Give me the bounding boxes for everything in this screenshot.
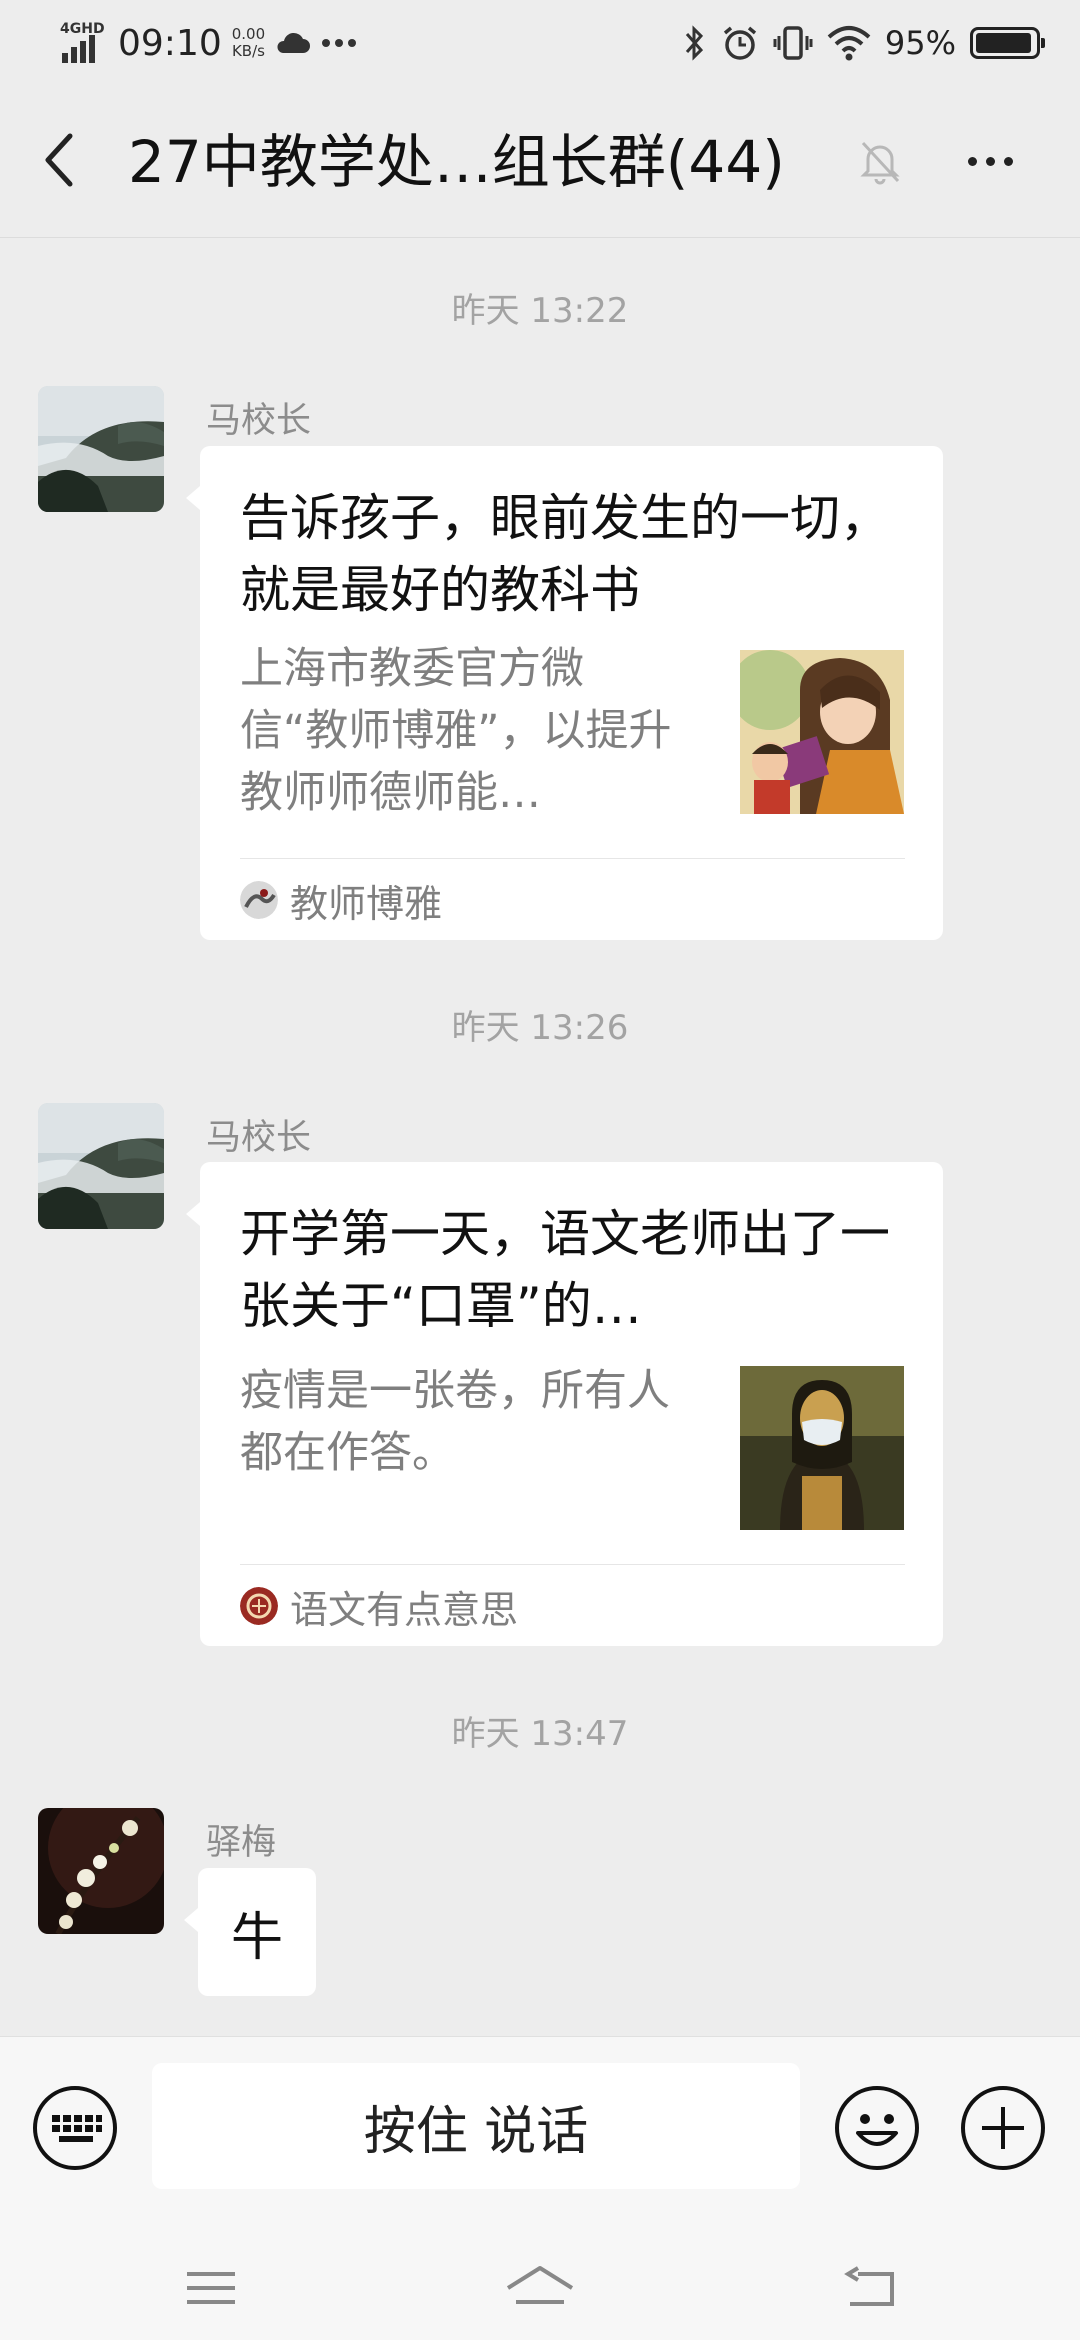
status-right: 95% [683, 18, 1045, 68]
plus-icon [961, 2086, 1045, 2170]
chat-title[interactable]: 27中教学处…组长群(44) [128, 126, 785, 198]
speed-unit: KB/s [231, 42, 265, 60]
nav-home-button[interactable] [500, 2256, 580, 2320]
alarm-icon [723, 26, 756, 60]
link-card[interactable]: 告诉孩子，眼前发生的一切，就是最好的教科书 上海市教委官方微信“教师博雅”，以提… [186, 446, 943, 940]
source-logo-icon [240, 881, 278, 919]
card-divider [240, 858, 905, 859]
card-description: 上海市教委官方微信“教师博雅”，以提升教师师德师能… [240, 644, 672, 818]
home-icon [506, 2266, 574, 2304]
mute-indicator [850, 126, 910, 196]
card-title: 开学第一天，语文老师出了一张关于“口罩”的… [240, 1205, 890, 1335]
keyboard-icon [33, 2086, 117, 2170]
link-card[interactable]: 开学第一天，语文老师出了一张关于“口罩”的… 疫情是一张卷，所有人都在作答。 语… [186, 1162, 943, 1646]
status-bar: 4GHD 09:10 0.00 KB/s 95% [0, 0, 1080, 80]
nav-back-button[interactable] [830, 2256, 910, 2320]
emoji-button[interactable] [834, 2085, 920, 2171]
hold-to-talk-button[interactable]: 按住 说话 [152, 2063, 800, 2189]
source-logo-icon [240, 1587, 278, 1625]
back-button[interactable] [30, 120, 90, 200]
card-thumbnail [740, 650, 904, 814]
status-time: 09:10 [118, 22, 222, 64]
battery-icon [970, 27, 1045, 59]
sender-name: 马校长 [206, 1118, 312, 1158]
mute-bell-icon [860, 141, 900, 185]
speed-value: 0.00 [231, 25, 266, 43]
card-source: 语文有点意思 [240, 1576, 518, 1636]
card-divider [240, 1564, 905, 1565]
message-timestamp: 昨天 13:22 [451, 291, 629, 331]
message-timestamp: 昨天 13:47 [451, 1714, 629, 1754]
bluetooth-icon [685, 25, 703, 61]
more-icon [967, 156, 977, 166]
card-thumbnail [740, 1366, 904, 1530]
emoji-icon [835, 2086, 919, 2170]
text-message-bubble[interactable]: 牛 [184, 1868, 316, 1996]
signal-icon: 4GHD [58, 21, 108, 65]
message-timestamp: 昨天 13:26 [451, 1008, 629, 1048]
more-notifications-icon [322, 39, 357, 47]
avatar[interactable] [38, 386, 164, 512]
keyboard-toggle-button[interactable] [32, 2085, 118, 2171]
more-functions-button[interactable] [960, 2085, 1046, 2171]
back-arrow-icon [45, 133, 73, 187]
avatar[interactable] [38, 1103, 164, 1229]
network-speed: 0.00 KB/s [232, 26, 265, 60]
cloud-icon [277, 32, 311, 53]
chat-header: 27中教学处…组长群(44) [0, 80, 1080, 238]
more-button[interactable] [950, 126, 1030, 196]
nav-menu-button[interactable] [171, 2256, 251, 2320]
card-source-name: 语文有点意思 [290, 1587, 519, 1632]
system-nav-bar [0, 2236, 1080, 2340]
avatar[interactable] [38, 1808, 164, 1934]
sender-name: 驿梅 [206, 1823, 277, 1863]
wifi-icon [827, 26, 871, 61]
sender-name: 马校长 [206, 401, 312, 441]
status-left: 4GHD 09:10 0.00 KB/s [58, 18, 357, 68]
back-nav-icon [844, 2266, 894, 2306]
input-bar: 按住 说话 [0, 2036, 1080, 2236]
card-description: 疫情是一张卷，所有人都在作答。 [240, 1366, 670, 1478]
card-title: 告诉孩子，眼前发生的一切，就是最好的教科书 [240, 489, 890, 619]
card-source: 教师博雅 [240, 870, 442, 930]
card-source-name: 教师博雅 [290, 881, 443, 926]
vibrate-icon [773, 26, 813, 60]
menu-icon [187, 2272, 235, 2304]
battery-percent: 95% [884, 24, 956, 62]
